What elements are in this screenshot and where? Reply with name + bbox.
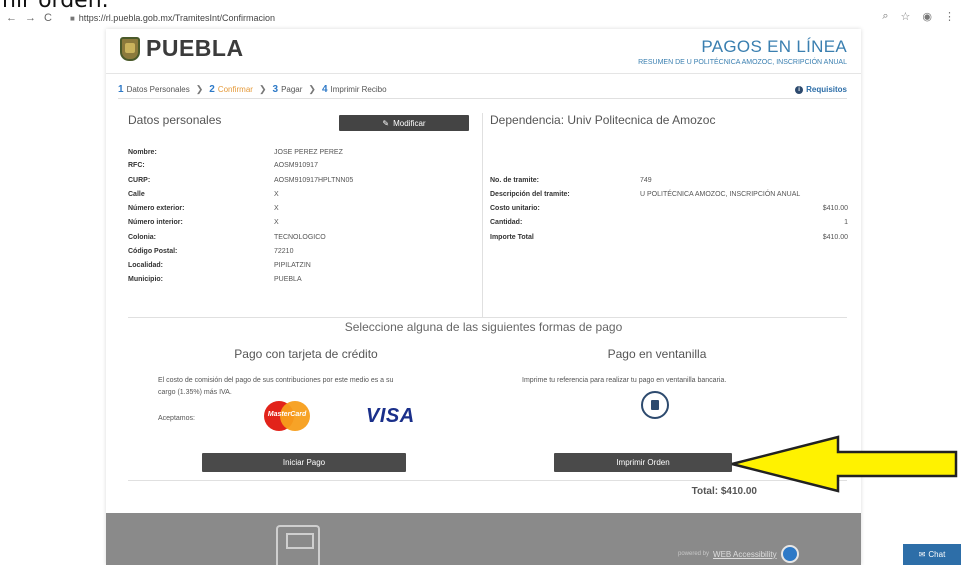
highlight-arrow-icon <box>731 435 958 493</box>
mastercard-logo: MasterCard <box>264 401 310 431</box>
field-value: AOSM910917HPLTNN05 <box>274 177 354 184</box>
dependencia-title: Dependencia: Univ Politecnica de Amozoc <box>490 113 716 127</box>
requisitos-link[interactable]: i Requisitos <box>795 85 847 94</box>
field-key: Importe Total <box>490 234 534 241</box>
visa-logo: VISA <box>366 405 415 427</box>
url-text[interactable]: https://rl.puebla.gob.mx/TramitesInt/Con… <box>79 13 275 23</box>
card-text-line-2: cargo (1.35%) más IVA. <box>158 389 232 396</box>
field-key: No. de tramite: <box>490 177 540 184</box>
chevron-right-icon: ❯ <box>258 84 267 94</box>
window-payment-title: Pago en ventanilla <box>607 347 707 361</box>
step-2-label[interactable]: Confirmar <box>218 85 253 94</box>
step-1-label[interactable]: Datos Personales <box>127 85 190 94</box>
field-value: $410.00 <box>822 205 848 212</box>
pencil-icon: ✎ <box>382 118 390 128</box>
zoom-icon[interactable]: ⌕ <box>882 10 888 23</box>
header-info: PAGOS EN LÍNEA RESUMEN DE U POLITÉCNICA … <box>638 37 847 66</box>
divider <box>128 317 847 318</box>
menu-icon[interactable]: ⋮ <box>944 10 955 23</box>
field-value: X <box>274 205 279 212</box>
field-key: Localidad: <box>128 262 164 269</box>
field-key: Municipio: <box>128 276 163 283</box>
field-value: U POLITÉCNICA AMOZOC, INSCRIPCIÓN ANUAL <box>640 191 801 198</box>
chat-label: Chat <box>928 550 946 559</box>
field-key: Descripción del tramite: <box>490 191 570 198</box>
puebla-logo[interactable]: PUEBLA <box>120 35 244 62</box>
field-value: 1 <box>844 219 848 226</box>
browser-nav: ← → C <box>6 12 52 24</box>
chat-bubble-icon: ✉ <box>918 550 926 559</box>
field-key: RFC: <box>128 162 145 169</box>
card-text-line-1: El costo de comisión del pago de sus con… <box>158 377 394 384</box>
browser-toolbar: ← → C ■ https://rl.puebla.gob.mx/Tramite… <box>0 8 961 28</box>
web-accessibility-link[interactable]: WEB Accessibility <box>713 550 777 559</box>
star-icon[interactable]: ☆ <box>901 10 911 23</box>
card-payment-title: Pago con tarjeta de crédito <box>234 347 378 361</box>
dependencia-section: Dependencia: Univ Politecnica de Amozoc <box>490 113 848 127</box>
chevron-right-icon: ❯ <box>195 84 204 94</box>
steps-breadcrumb: 1 Datos Personales ❯ 2 Confirmar ❯ 3 Pag… <box>118 84 387 95</box>
back-icon[interactable]: ← <box>6 12 17 24</box>
start-payment-button[interactable]: Iniciar Pago <box>202 453 406 472</box>
step-1-number: 1 <box>118 84 124 95</box>
chat-button[interactable]: ✉ Chat <box>903 544 961 565</box>
card-commission-text: El costo de comisión del pago de sus con… <box>158 375 393 399</box>
mastercard-label: MasterCard <box>267 411 307 418</box>
address-bar[interactable]: ■ https://rl.puebla.gob.mx/TramitesInt/C… <box>70 13 275 23</box>
field-key: Calle <box>128 191 145 198</box>
field-value: 749 <box>640 177 652 184</box>
step-2-number: 2 <box>209 84 215 95</box>
field-value: PUEBLA <box>274 276 302 283</box>
print-order-button[interactable]: Imprimir Orden <box>554 453 732 472</box>
field-key: Número exterior: <box>128 205 185 212</box>
modify-label: Modificar <box>393 118 426 128</box>
step-3-number: 3 <box>272 84 279 95</box>
field-value: AOSM910917 <box>274 162 318 169</box>
field-key: Número interior: <box>128 219 183 226</box>
site-footer: powered by WEB Accessibility <box>106 513 861 565</box>
field-key: CURP: <box>128 177 151 184</box>
reload-icon[interactable]: C <box>44 12 52 24</box>
field-value: X <box>274 191 279 198</box>
document-icon <box>651 400 659 410</box>
extension-icon[interactable]: ◉ <box>922 10 932 23</box>
requisitos-label: Requisitos <box>806 85 847 94</box>
field-key: Código Postal: <box>128 248 178 255</box>
field-key: Colonia: <box>128 234 156 241</box>
shield-icon <box>120 36 140 61</box>
site-header: PUEBLA PAGOS EN LÍNEA RESUMEN DE U POLIT… <box>106 29 861 74</box>
window-text: Imprime tu referencia para realizar tu p… <box>522 377 727 384</box>
accept-label: Aceptamos: <box>158 415 195 422</box>
payment-select-title: Seleccione alguna de las siguientes form… <box>344 320 623 334</box>
page-subtitle: RESUMEN DE U POLITÉCNICA AMOZOC, INSCRIP… <box>638 59 847 66</box>
field-value: PIPILATZIN <box>274 262 311 269</box>
step-4-label[interactable]: Imprimir Recibo <box>331 85 387 94</box>
chevron-right-icon: ❯ <box>308 84 316 94</box>
accessibility-badge[interactable]: powered by WEB Accessibility <box>678 545 799 563</box>
accessibility-icon[interactable] <box>780 545 799 563</box>
brand-name: PUEBLA <box>146 35 244 61</box>
column-divider <box>482 113 483 318</box>
print-document-icon[interactable] <box>641 391 669 419</box>
arrow-shape <box>731 435 958 493</box>
step-3-label[interactable]: Pagar <box>281 85 302 94</box>
modify-button[interactable]: ✎ Modificar <box>339 115 469 131</box>
field-value: $410.00 <box>822 234 848 241</box>
field-value: X <box>274 219 279 226</box>
field-value: JOSE PEREZ PEREZ <box>274 149 343 156</box>
forward-icon[interactable]: → <box>25 12 36 24</box>
powered-by-label: powered by <box>678 551 710 557</box>
lock-icon: ■ <box>69 13 75 23</box>
field-key: Costo unitario: <box>490 205 540 212</box>
browser-actions: ⌕ ☆ ◉ ⋮ <box>882 10 955 23</box>
divider <box>118 98 847 99</box>
field-value: TECNOLOGICO <box>274 234 326 241</box>
government-emblem-icon <box>276 525 320 565</box>
field-key: Nombre: <box>128 149 157 156</box>
field-value: 72210 <box>274 248 294 255</box>
step-4-number: 4 <box>321 84 328 95</box>
field-key: Cantidad: <box>490 219 523 226</box>
page-title: PAGOS EN LÍNEA <box>701 37 847 56</box>
info-icon: i <box>795 85 804 94</box>
